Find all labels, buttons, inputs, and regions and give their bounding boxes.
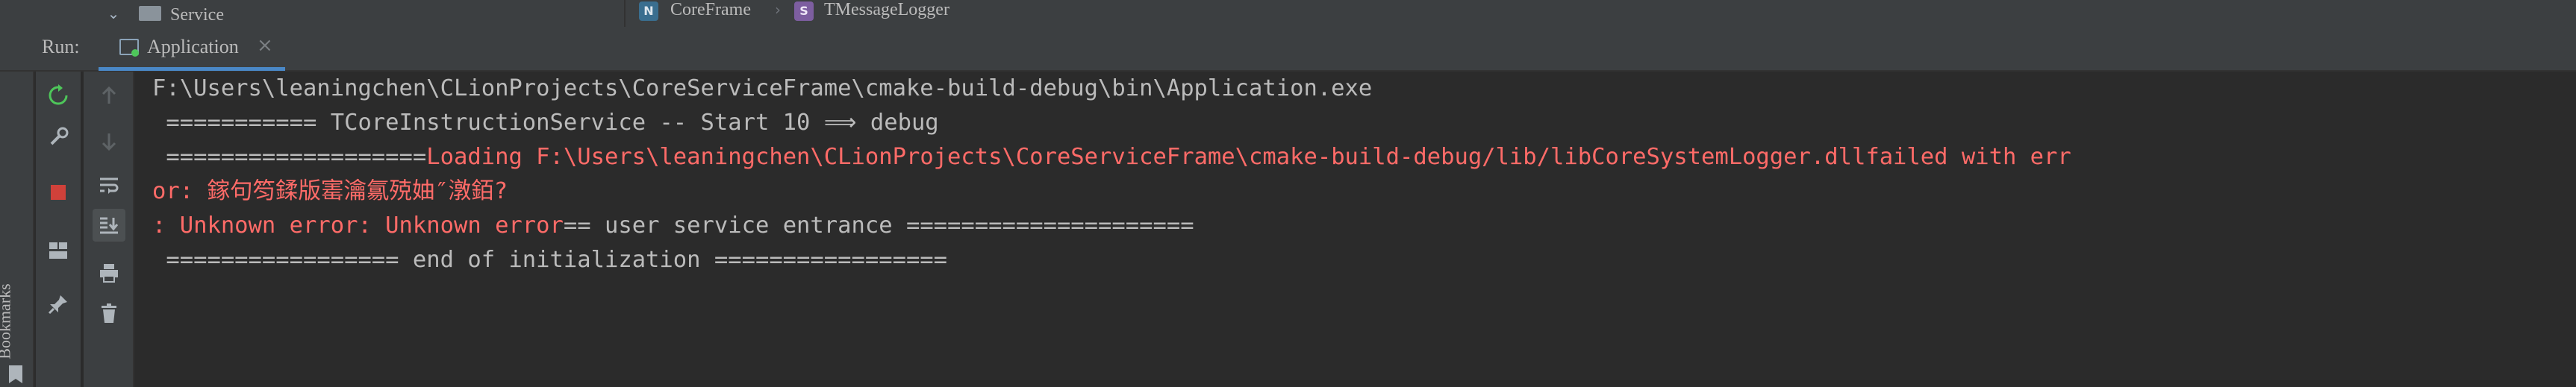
- console-text: F:\Users\leaningchen\CLionProjects\CoreS…: [152, 75, 1373, 101]
- wrench-icon[interactable]: [42, 121, 75, 154]
- run-label: Run:: [42, 36, 80, 57]
- bookmarks-label: Bookmarks: [0, 283, 14, 359]
- print-icon[interactable]: [93, 257, 125, 289]
- trash-icon[interactable]: [93, 297, 125, 330]
- console-line: =========== TCoreInstructionService -- S…: [152, 106, 939, 140]
- console-text: ================= end of initialization …: [152, 247, 948, 273]
- console-error-text: or: 鎵句笉鍒版寚瀹氱殑妯″潡銆?: [152, 178, 508, 204]
- running-indicator: [131, 49, 139, 57]
- tab-active-indicator: [99, 67, 285, 71]
- breadcrumb-separator: ›: [775, 1, 781, 19]
- console-text: ===================: [152, 144, 427, 170]
- console-line: F:\Users\leaningchen\CLionProjects\CoreS…: [152, 72, 1372, 106]
- layout-icon[interactable]: [42, 234, 75, 267]
- console-line: ===================Loading F:\Users\lean…: [152, 140, 2071, 174]
- bookmarks-stripe-button[interactable]: Bookmarks: [0, 267, 28, 379]
- struct-icon: S: [794, 1, 814, 21]
- pin-icon[interactable]: [42, 288, 75, 321]
- soft-wrap-icon[interactable]: [93, 169, 125, 201]
- close-icon[interactable]: ×: [257, 34, 273, 57]
- console-error-text: Loading F:\Users\leaningchen\CLionProjec…: [426, 144, 2071, 170]
- namespace-icon: N: [639, 1, 658, 21]
- folder-icon: [139, 6, 161, 21]
- console-line: or: 鎵句笉鍒版寚瀹氱殑妯″潡銆?: [152, 174, 508, 209]
- chevron-down-icon[interactable]: ⌄: [105, 4, 122, 22]
- scroll-to-end-icon[interactable]: [93, 209, 125, 242]
- console-text: == user service entrance ===============…: [563, 213, 1194, 239]
- run-toolbar-primary: [36, 72, 81, 387]
- console-line: ================= end of initialization …: [152, 243, 947, 277]
- breadcrumb-item-coreframe[interactable]: CoreFrame: [670, 0, 751, 19]
- rerun-icon[interactable]: [42, 79, 75, 112]
- console-text: =========== TCoreInstructionService -- S…: [152, 110, 939, 136]
- arrow-up-icon[interactable]: [93, 79, 125, 112]
- breadcrumb-item-tmessagelogger[interactable]: TMessageLogger: [824, 0, 949, 19]
- project-tree-row[interactable]: ⌄ Service: [0, 0, 624, 27]
- console-output[interactable]: F:\Users\leaningchen\CLionProjects\CoreS…: [136, 72, 2576, 387]
- tab-label[interactable]: Application: [147, 36, 239, 58]
- stop-icon[interactable]: [42, 176, 75, 209]
- arrow-down-icon[interactable]: [93, 125, 125, 158]
- run-tool-window-header: [0, 27, 2576, 72]
- console-line: : Unknown error: Unknown error== user se…: [152, 209, 1194, 243]
- tree-item-label[interactable]: Service: [170, 1, 224, 28]
- console-error-text: : Unknown error: Unknown error: [152, 213, 564, 239]
